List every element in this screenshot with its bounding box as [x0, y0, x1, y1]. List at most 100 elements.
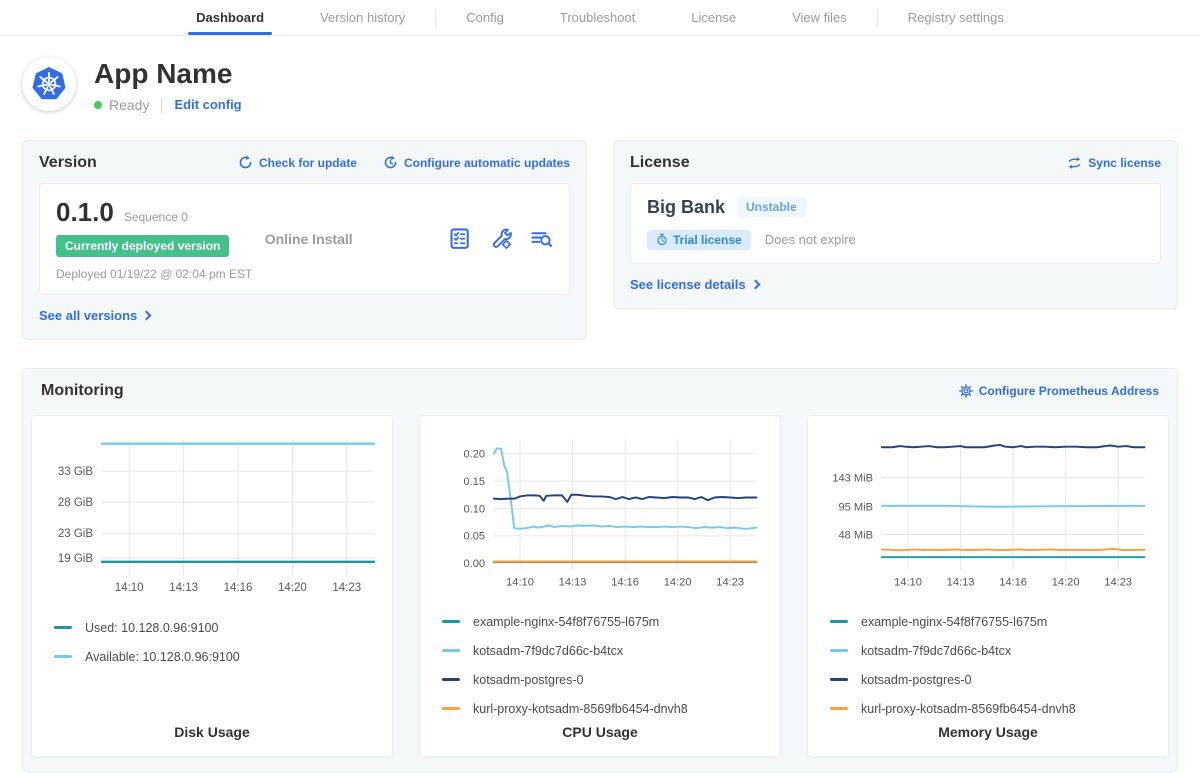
chevron-right-icon	[142, 310, 152, 320]
legend-swatch	[442, 620, 460, 623]
svg-text:48 MiB: 48 MiB	[839, 529, 874, 541]
chart-title: CPU Usage	[430, 716, 770, 740]
legend-item: Used: 10.128.0.96:9100	[54, 621, 370, 635]
edit-config-version-button[interactable]	[489, 227, 512, 250]
svg-text:14:10: 14:10	[506, 576, 534, 588]
svg-text:14:16: 14:16	[224, 582, 253, 594]
license-expiry-text: Does not expire	[765, 232, 856, 247]
svg-text:143 MiB: 143 MiB	[832, 472, 873, 484]
svg-text:0.15: 0.15	[463, 476, 485, 488]
app-header: App Name Ready Edit config	[0, 36, 1200, 113]
svg-text:0.00: 0.00	[463, 558, 485, 570]
license-card-title: License	[630, 154, 690, 172]
svg-text:14:13: 14:13	[947, 576, 975, 588]
svg-text:14:13: 14:13	[169, 582, 198, 594]
sequence-label: Sequence 0	[124, 210, 188, 224]
cpu-usage-chart-card: 14:1014:1314:1614:2014:230.200.150.100.0…	[419, 415, 781, 757]
charts-row: 14:10 14:13 14:16 14:20 14:23 33 GiB 28 GiB 23 …	[31, 415, 1169, 757]
monitoring-title: Monitoring	[41, 382, 124, 400]
legend-item: example-nginx-54f8f76755-l675m	[830, 615, 1146, 629]
logs-search-icon	[530, 227, 553, 250]
svg-text:0.05: 0.05	[463, 530, 485, 542]
schedule-update-icon	[383, 155, 398, 170]
tab-troubleshoot[interactable]: Troubleshoot	[560, 0, 635, 35]
svg-text:0.20: 0.20	[463, 448, 485, 460]
tab-license[interactable]: License	[691, 0, 736, 35]
tab-config[interactable]: Config	[466, 0, 504, 35]
memory-usage-legend: example-nginx-54f8f76755-l675m kotsadm-7f…	[818, 596, 1158, 716]
svg-text:33 GiB: 33 GiB	[58, 466, 93, 478]
legend-item: example-nginx-54f8f76755-l675m	[442, 615, 758, 629]
svg-text:14:20: 14:20	[664, 576, 692, 588]
page-title: App Name	[94, 59, 242, 90]
gear-icon	[959, 384, 973, 398]
svg-text:14:20: 14:20	[1052, 576, 1080, 588]
stopwatch-icon	[656, 233, 668, 246]
memory-usage-chart-card: 14:1014:1314:1614:2014:23143 MiB95 MiB48…	[807, 415, 1169, 757]
cpu-usage-legend: example-nginx-54f8f76755-l675m kotsadm-7f…	[430, 596, 770, 716]
nav-separator	[435, 9, 436, 27]
configure-prometheus-button[interactable]: Configure Prometheus Address	[959, 384, 1159, 398]
wrench-gear-icon	[489, 227, 512, 250]
legend-swatch	[830, 620, 848, 623]
memory-usage-chart: 14:1014:1314:1614:2014:23143 MiB95 MiB48…	[818, 426, 1158, 596]
legend-item: kurl-proxy-kotsadm-8569fb6454-dnvh8	[830, 702, 1146, 716]
deployed-badge: Currently deployed version	[56, 235, 229, 257]
see-license-details-label: See license details	[630, 277, 746, 292]
legend-swatch	[442, 649, 460, 652]
svg-text:28 GiB: 28 GiB	[58, 497, 93, 509]
svg-text:95 MiB: 95 MiB	[839, 501, 874, 513]
legend-swatch	[54, 626, 72, 629]
legend-item: kotsadm-postgres-0	[830, 673, 1146, 687]
disk-usage-legend: Used: 10.128.0.96:9100 Available: 10.128.…	[42, 602, 382, 716]
legend-swatch	[830, 707, 848, 710]
current-version-panel: 0.1.0 Sequence 0 Currently deployed vers…	[39, 183, 570, 295]
tab-registry-settings[interactable]: Registry settings	[908, 0, 1004, 35]
legend-swatch	[54, 655, 72, 658]
edit-config-link[interactable]: Edit config	[174, 97, 241, 112]
legend-label: kurl-proxy-kotsadm-8569fb6454-dnvh8	[473, 702, 688, 716]
refresh-icon	[238, 155, 253, 170]
legend-item: Available: 10.128.0.96:9100	[54, 650, 370, 664]
deployed-timestamp: Deployed 01/19/22 @ 02:04 pm EST	[56, 267, 265, 281]
nav-separator	[877, 9, 878, 27]
install-type-label: Online Install	[265, 231, 448, 247]
preflight-checks-button[interactable]	[448, 227, 471, 250]
legend-label: Available: 10.128.0.96:9100	[85, 650, 240, 664]
configure-automatic-updates-button[interactable]: Configure automatic updates	[383, 155, 570, 170]
legend-item: kurl-proxy-kotsadm-8569fb6454-dnvh8	[442, 702, 758, 716]
view-deploy-logs-button[interactable]	[530, 227, 553, 250]
check-for-update-label: Check for update	[259, 156, 357, 170]
configure-prometheus-label: Configure Prometheus Address	[979, 384, 1159, 398]
license-panel: Big Bank Unstable Trial license Does not…	[630, 183, 1161, 264]
tab-dashboard[interactable]: Dashboard	[196, 0, 264, 35]
tab-view-files[interactable]: View files	[792, 0, 847, 35]
svg-text:14:10: 14:10	[115, 582, 144, 594]
see-license-details-link[interactable]: See license details	[630, 277, 759, 292]
channel-badge: Unstable	[737, 197, 806, 217]
version-card-title: Version	[39, 154, 97, 172]
legend-label: example-nginx-54f8f76755-l675m	[473, 615, 659, 629]
tab-version-history[interactable]: Version history	[320, 0, 405, 35]
svg-text:14:20: 14:20	[278, 582, 307, 594]
legend-item: kotsadm-7f9dc7d66c-b4tcx	[442, 644, 758, 658]
disk-usage-chart-card: 14:10 14:13 14:16 14:20 14:23 33 GiB 28 GiB 23 …	[31, 415, 393, 757]
check-for-update-button[interactable]: Check for update	[238, 155, 357, 170]
legend-label: kotsadm-7f9dc7d66c-b4tcx	[473, 644, 623, 658]
legend-label: kurl-proxy-kotsadm-8569fb6454-dnvh8	[861, 702, 1076, 716]
svg-text:14:10: 14:10	[894, 576, 922, 588]
app-logo	[22, 57, 76, 111]
svg-text:14:16: 14:16	[611, 576, 639, 588]
svg-text:14:23: 14:23	[332, 582, 361, 594]
svg-text:19 GiB: 19 GiB	[58, 553, 93, 565]
svg-text:14:23: 14:23	[1104, 576, 1132, 588]
cpu-usage-chart: 14:1014:1314:1614:2014:230.200.150.100.0…	[430, 426, 770, 596]
svg-text:23 GiB: 23 GiB	[58, 528, 93, 540]
legend-item: kotsadm-7f9dc7d66c-b4tcx	[830, 644, 1146, 658]
svg-text:14:13: 14:13	[559, 576, 587, 588]
see-all-versions-link[interactable]: See all versions	[39, 308, 150, 323]
sync-license-button[interactable]: Sync license	[1067, 156, 1161, 170]
svg-text:14:23: 14:23	[716, 576, 744, 588]
sync-license-label: Sync license	[1088, 156, 1161, 170]
trial-license-badge: Trial license	[647, 230, 751, 250]
